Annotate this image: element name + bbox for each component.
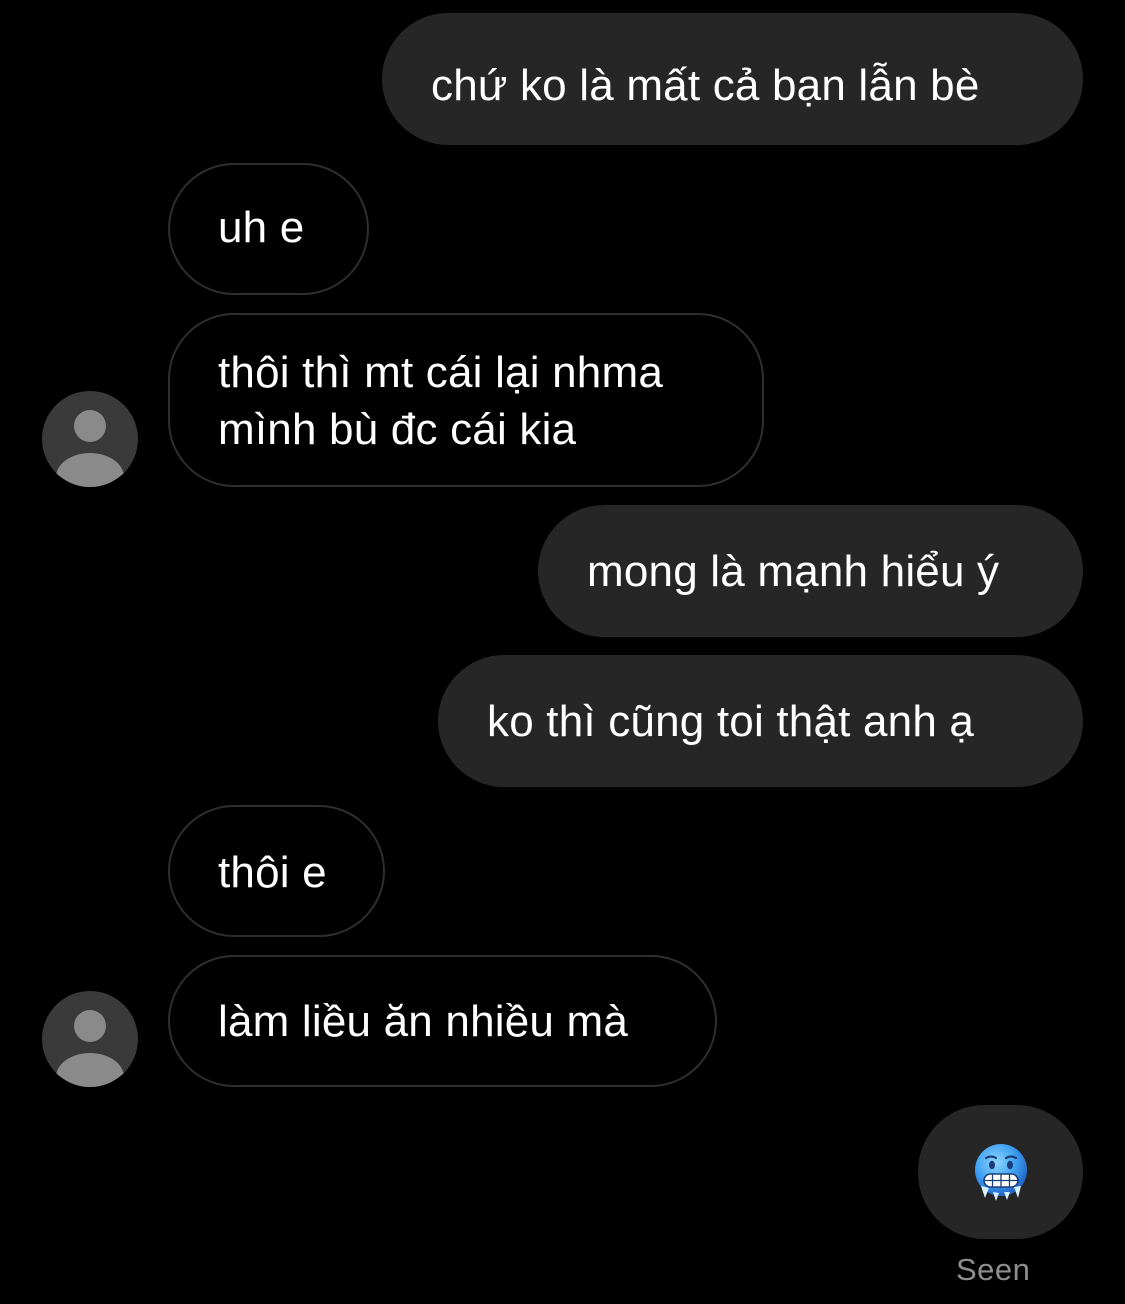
default-profile-icon — [56, 1010, 124, 1087]
message-text: chứ ko là mất cả bạn lẫn bè — [431, 61, 980, 110]
incoming-message-bubble[interactable]: làm liều ăn nhiều mà — [168, 955, 717, 1087]
message-text: uh e — [218, 203, 305, 252]
avatar[interactable] — [42, 391, 138, 487]
seen-status: Seen — [956, 1252, 1031, 1287]
incoming-message-bubble[interactable]: uh e — [168, 163, 369, 295]
incoming-message-bubble[interactable]: thôi thì mt cái lại nhma mình bù đc cái … — [168, 313, 764, 487]
cold-face-emoji-icon — [974, 1144, 1027, 1201]
outgoing-message-bubble[interactable]: chứ ko là mất cả bạn lẫn bè — [382, 13, 1083, 145]
outgoing-message-bubble[interactable]: mong là mạnh hiểu ý — [538, 505, 1083, 637]
outgoing-emoji-bubble[interactable] — [918, 1105, 1083, 1239]
message-text-line: mình bù đc cái kia — [218, 405, 577, 454]
message-text-line: thôi thì mt cái lại nhma — [218, 348, 663, 397]
message-text: thôi e — [218, 848, 327, 897]
message-text: làm liều ăn nhiều mà — [218, 997, 629, 1046]
default-profile-icon — [56, 410, 124, 487]
avatar[interactable] — [42, 991, 138, 1087]
message-text: ko thì cũng toi thật anh ạ — [487, 697, 975, 746]
incoming-message-bubble[interactable]: thôi e — [168, 805, 385, 937]
message-text: mong là mạnh hiểu ý — [587, 547, 1000, 596]
outgoing-message-bubble[interactable]: ko thì cũng toi thật anh ạ — [438, 655, 1083, 787]
